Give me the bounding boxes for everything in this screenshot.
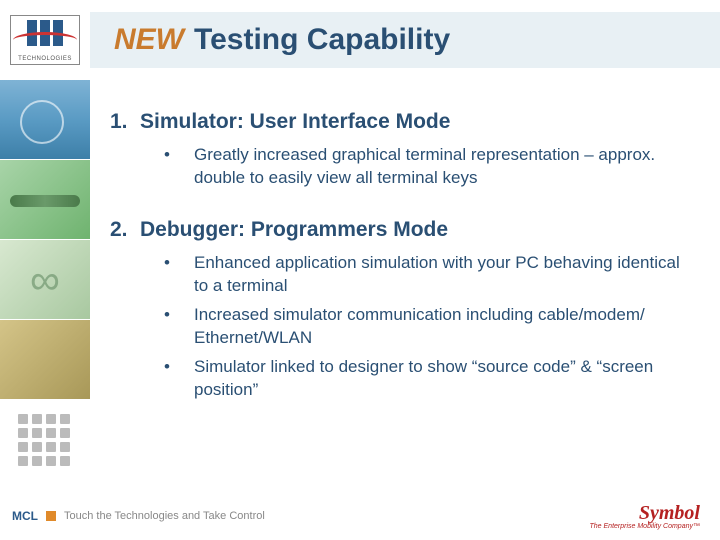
decorative-tile-dots bbox=[0, 400, 90, 480]
section-2-number: 2. bbox=[110, 218, 140, 242]
list-item: • Greatly increased graphical terminal r… bbox=[158, 144, 680, 190]
slide-title-bar: NEW Testing Capability bbox=[90, 12, 720, 68]
mcl-logo-tile: TECHNOLOGIES bbox=[0, 0, 90, 80]
bullet-icon: • bbox=[158, 304, 194, 350]
partner-logo: Symbol The Enterprise Mobility Company™ bbox=[590, 503, 701, 530]
title-new: NEW bbox=[114, 23, 184, 57]
decorative-tile-green bbox=[0, 160, 90, 240]
bullet-text: Increased simulator communication includ… bbox=[194, 304, 680, 350]
bullet-text: Greatly increased graphical terminal rep… bbox=[194, 144, 680, 190]
footer-brand: MCL bbox=[12, 509, 38, 523]
section-1-heading: 1.Simulator: User Interface Mode bbox=[110, 110, 680, 134]
partner-tagline: The Enterprise Mobility Company™ bbox=[590, 523, 701, 530]
bullet-icon: • bbox=[158, 144, 194, 190]
list-item: • Increased simulator communication incl… bbox=[158, 304, 680, 350]
section-1-title: Simulator: User Interface Mode bbox=[140, 110, 450, 133]
title-text: Testing Capability bbox=[194, 23, 450, 57]
section-2-bullets: • Enhanced application simulation with y… bbox=[158, 252, 680, 402]
bullet-icon: • bbox=[158, 356, 194, 402]
partner-name: Symbol bbox=[590, 503, 701, 523]
section-2-heading: 2.Debugger: Programmers Mode bbox=[110, 218, 680, 242]
footer-left: MCL Touch the Technologies and Take Cont… bbox=[12, 509, 265, 523]
section-1-number: 1. bbox=[110, 110, 140, 134]
section-1-bullets: • Greatly increased graphical terminal r… bbox=[158, 144, 680, 190]
decorative-tile-water bbox=[0, 80, 90, 160]
slide-content: 1.Simulator: User Interface Mode • Great… bbox=[110, 110, 680, 430]
bullet-icon: • bbox=[158, 252, 194, 298]
footer-square-icon bbox=[46, 511, 56, 521]
decorative-tile-earth bbox=[0, 320, 90, 400]
mcl-logo-icon: TECHNOLOGIES bbox=[10, 15, 80, 65]
footer-tagline: Touch the Technologies and Take Control bbox=[64, 510, 265, 522]
decorative-tile-infinity bbox=[0, 240, 90, 320]
bullet-text: Enhanced application simulation with you… bbox=[194, 252, 680, 298]
section-2-title: Debugger: Programmers Mode bbox=[140, 218, 448, 241]
left-image-strip: TECHNOLOGIES bbox=[0, 0, 90, 480]
slide-footer: MCL Touch the Technologies and Take Cont… bbox=[0, 492, 720, 540]
bullet-text: Simulator linked to designer to show “so… bbox=[194, 356, 680, 402]
list-item: • Simulator linked to designer to show “… bbox=[158, 356, 680, 402]
list-item: • Enhanced application simulation with y… bbox=[158, 252, 680, 298]
